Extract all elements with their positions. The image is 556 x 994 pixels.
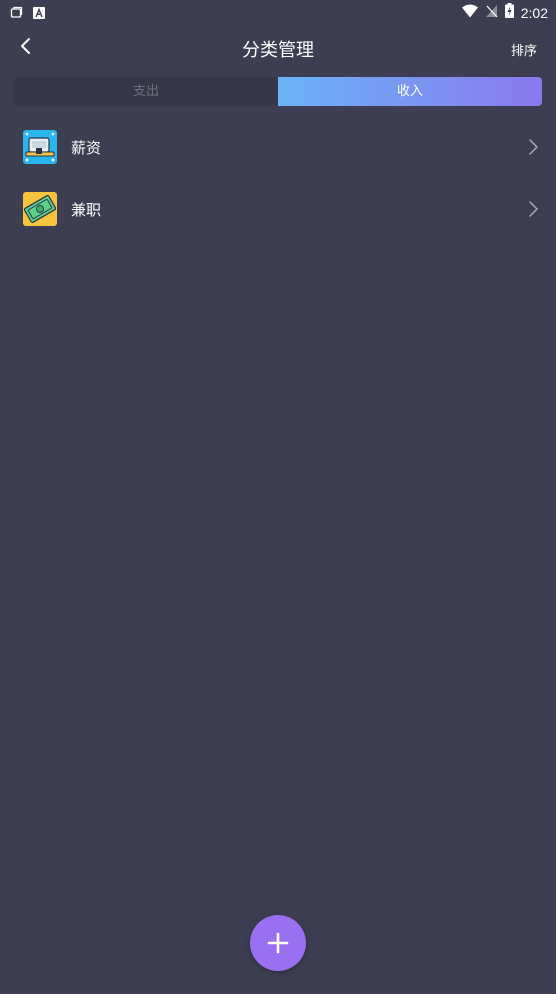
category-label: 兼职	[71, 201, 102, 219]
status-bar-right: 2:02	[461, 3, 548, 22]
type-tabs: 支出 收入	[14, 77, 542, 106]
page-title: 分类管理	[242, 40, 314, 61]
status-bar: 2:02	[0, 0, 556, 24]
category-list: 薪资 兼职	[0, 116, 556, 240]
no-signal-icon	[485, 3, 498, 22]
chevron-right-icon	[529, 201, 538, 217]
plus-icon	[267, 932, 289, 954]
battery-charging-icon	[504, 3, 514, 22]
category-management-screen: 2:02 分类管理 排序 支出 收入 薪资 兼职	[0, 0, 556, 994]
status-bar-left	[10, 4, 45, 23]
tab-income[interactable]: 收入	[278, 77, 542, 106]
tab-expense[interactable]: 支出	[14, 77, 278, 106]
header-bar: 分类管理 排序	[0, 24, 556, 72]
status-time: 2:02	[520, 4, 548, 21]
a-notification-icon	[33, 4, 45, 23]
list-item[interactable]: 兼职	[0, 178, 556, 240]
salary-icon	[23, 130, 57, 164]
chevron-right-icon	[529, 139, 538, 155]
app-notification-icon	[10, 4, 23, 23]
wifi-icon	[461, 3, 478, 22]
part-time-money-icon	[23, 192, 57, 226]
sort-button[interactable]: 排序	[511, 40, 537, 59]
category-label: 薪资	[71, 139, 102, 157]
list-item[interactable]: 薪资	[0, 116, 556, 178]
add-category-button[interactable]	[250, 915, 306, 971]
